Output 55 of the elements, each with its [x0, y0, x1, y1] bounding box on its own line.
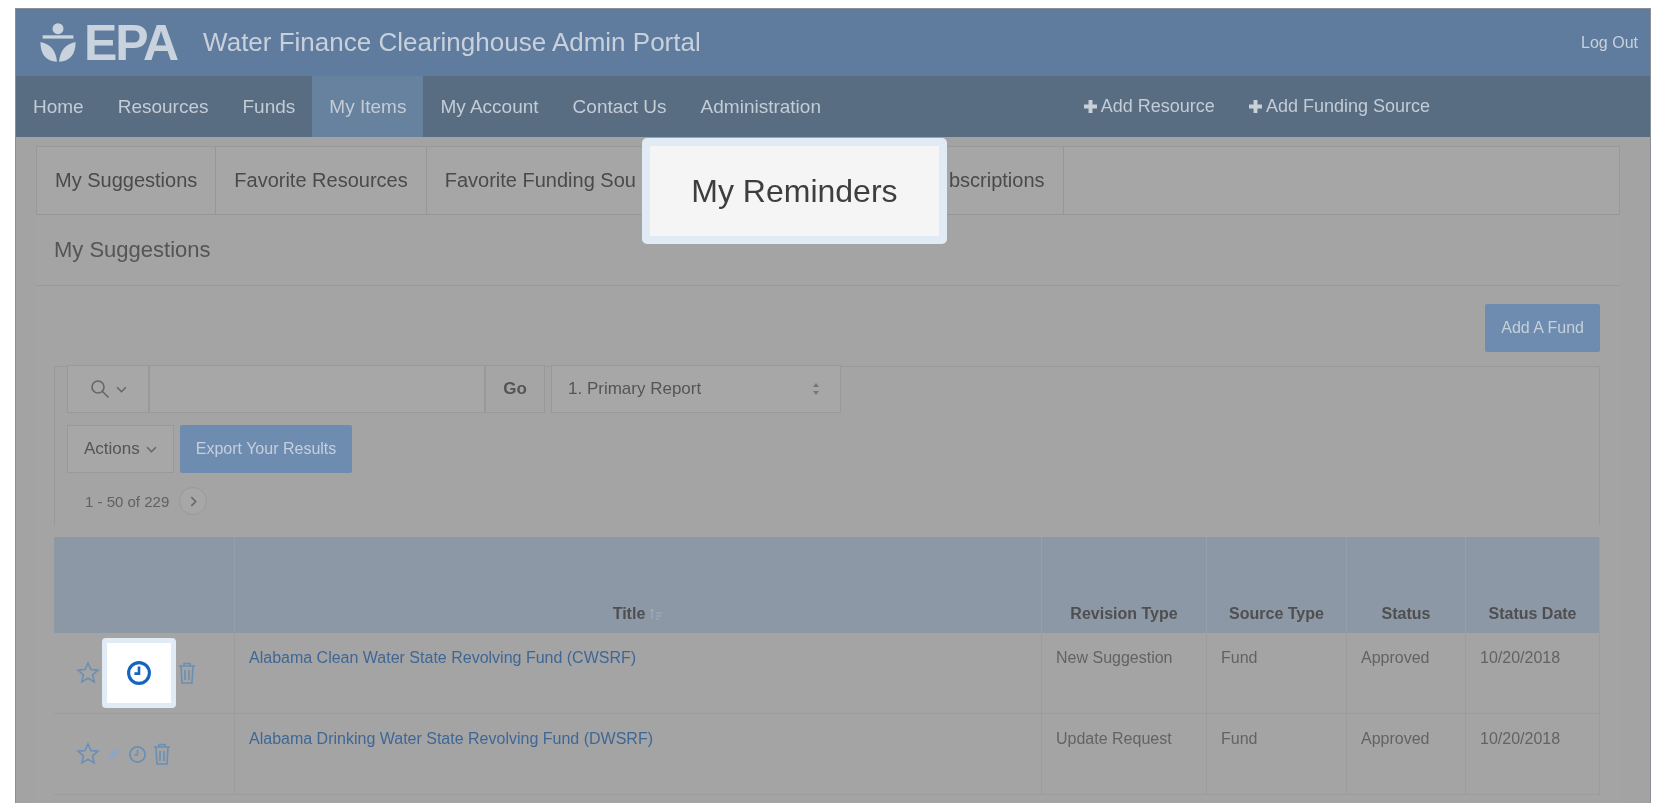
nav-tab[interactable]: Funds [225, 76, 313, 137]
report-select[interactable]: 1. Primary Report [551, 365, 841, 413]
logo-text: EPA [84, 13, 178, 72]
subtab[interactable]: My Suggestions [37, 147, 217, 214]
export-button[interactable]: Export Your Results [179, 425, 353, 473]
subtab[interactable]: bscriptions [946, 147, 1064, 214]
star-icon[interactable] [76, 661, 100, 685]
clock-icon[interactable] [126, 660, 152, 686]
chevron-down-icon [115, 385, 127, 393]
table-cell: Approved [1346, 713, 1466, 795]
column-header[interactable]: Source Type [1206, 537, 1347, 633]
add-link[interactable]: Add Funding Source [1248, 76, 1430, 137]
actions-button[interactable]: Actions [67, 425, 174, 473]
nav-tab[interactable]: Administration [683, 76, 838, 137]
go-button[interactable]: Go [485, 365, 545, 413]
column-header[interactable]: Status Date [1465, 537, 1600, 633]
add-fund-button[interactable]: Add A Fund [1485, 304, 1600, 352]
nav-tab[interactable]: Home [16, 76, 101, 137]
chevron-right-icon [189, 495, 197, 507]
highlighted-tab[interactable]: My Reminders [641, 138, 947, 244]
trash-icon[interactable] [178, 662, 196, 684]
nav-tab[interactable]: Contact Us [555, 76, 684, 137]
title-link[interactable]: Alabama Drinking Water State Revolving Fund (DWSRF) [234, 713, 1042, 795]
table-cell: New Suggestion [1041, 633, 1207, 714]
table-cell: 10/20/2018 [1465, 713, 1600, 795]
column-header[interactable]: Title [234, 537, 1042, 633]
add-link[interactable]: Add Resource [1083, 76, 1215, 137]
nav-tab[interactable]: My Account [423, 76, 556, 137]
portal-title: Water Finance Clearinghouse Admin Portal [203, 27, 702, 58]
plus-icon [1248, 100, 1262, 113]
next-page-button[interactable] [179, 487, 208, 515]
nav-tab[interactable]: Resources [100, 76, 226, 137]
sort-arrows-icon [812, 383, 820, 395]
table-cell: Approved [1346, 633, 1466, 714]
table-cell: Update Request [1041, 713, 1207, 795]
subtab[interactable]: Favorite Resources [216, 147, 427, 214]
column-header[interactable]: Status [1346, 537, 1466, 633]
sort-icon [649, 608, 664, 620]
subtab[interactable]: Favorite Funding Sou [426, 147, 642, 214]
nav-tab[interactable]: My Items [312, 76, 424, 137]
logout-link[interactable]: Log Out [1581, 33, 1638, 52]
column-header[interactable]: Revision Type [1041, 537, 1207, 633]
chevron-down-icon [145, 445, 157, 453]
pagination-text: 1 - 50 of 229 [85, 492, 170, 510]
title-link[interactable]: Alabama Clean Water State Revolving Fund (CWSRF) [234, 633, 1042, 714]
table-cell: 10/20/2018 [1465, 633, 1600, 714]
table-cell: Fund [1206, 633, 1347, 714]
search-menu-button[interactable] [67, 365, 149, 413]
plus-icon [1083, 100, 1097, 113]
table-cell: Fund [1206, 713, 1347, 795]
pencil-icon[interactable] [106, 746, 122, 762]
search-icon [89, 379, 110, 399]
trash-icon[interactable] [153, 743, 171, 765]
section-title: My Suggestions [36, 215, 1620, 286]
star-icon[interactable] [76, 742, 100, 766]
